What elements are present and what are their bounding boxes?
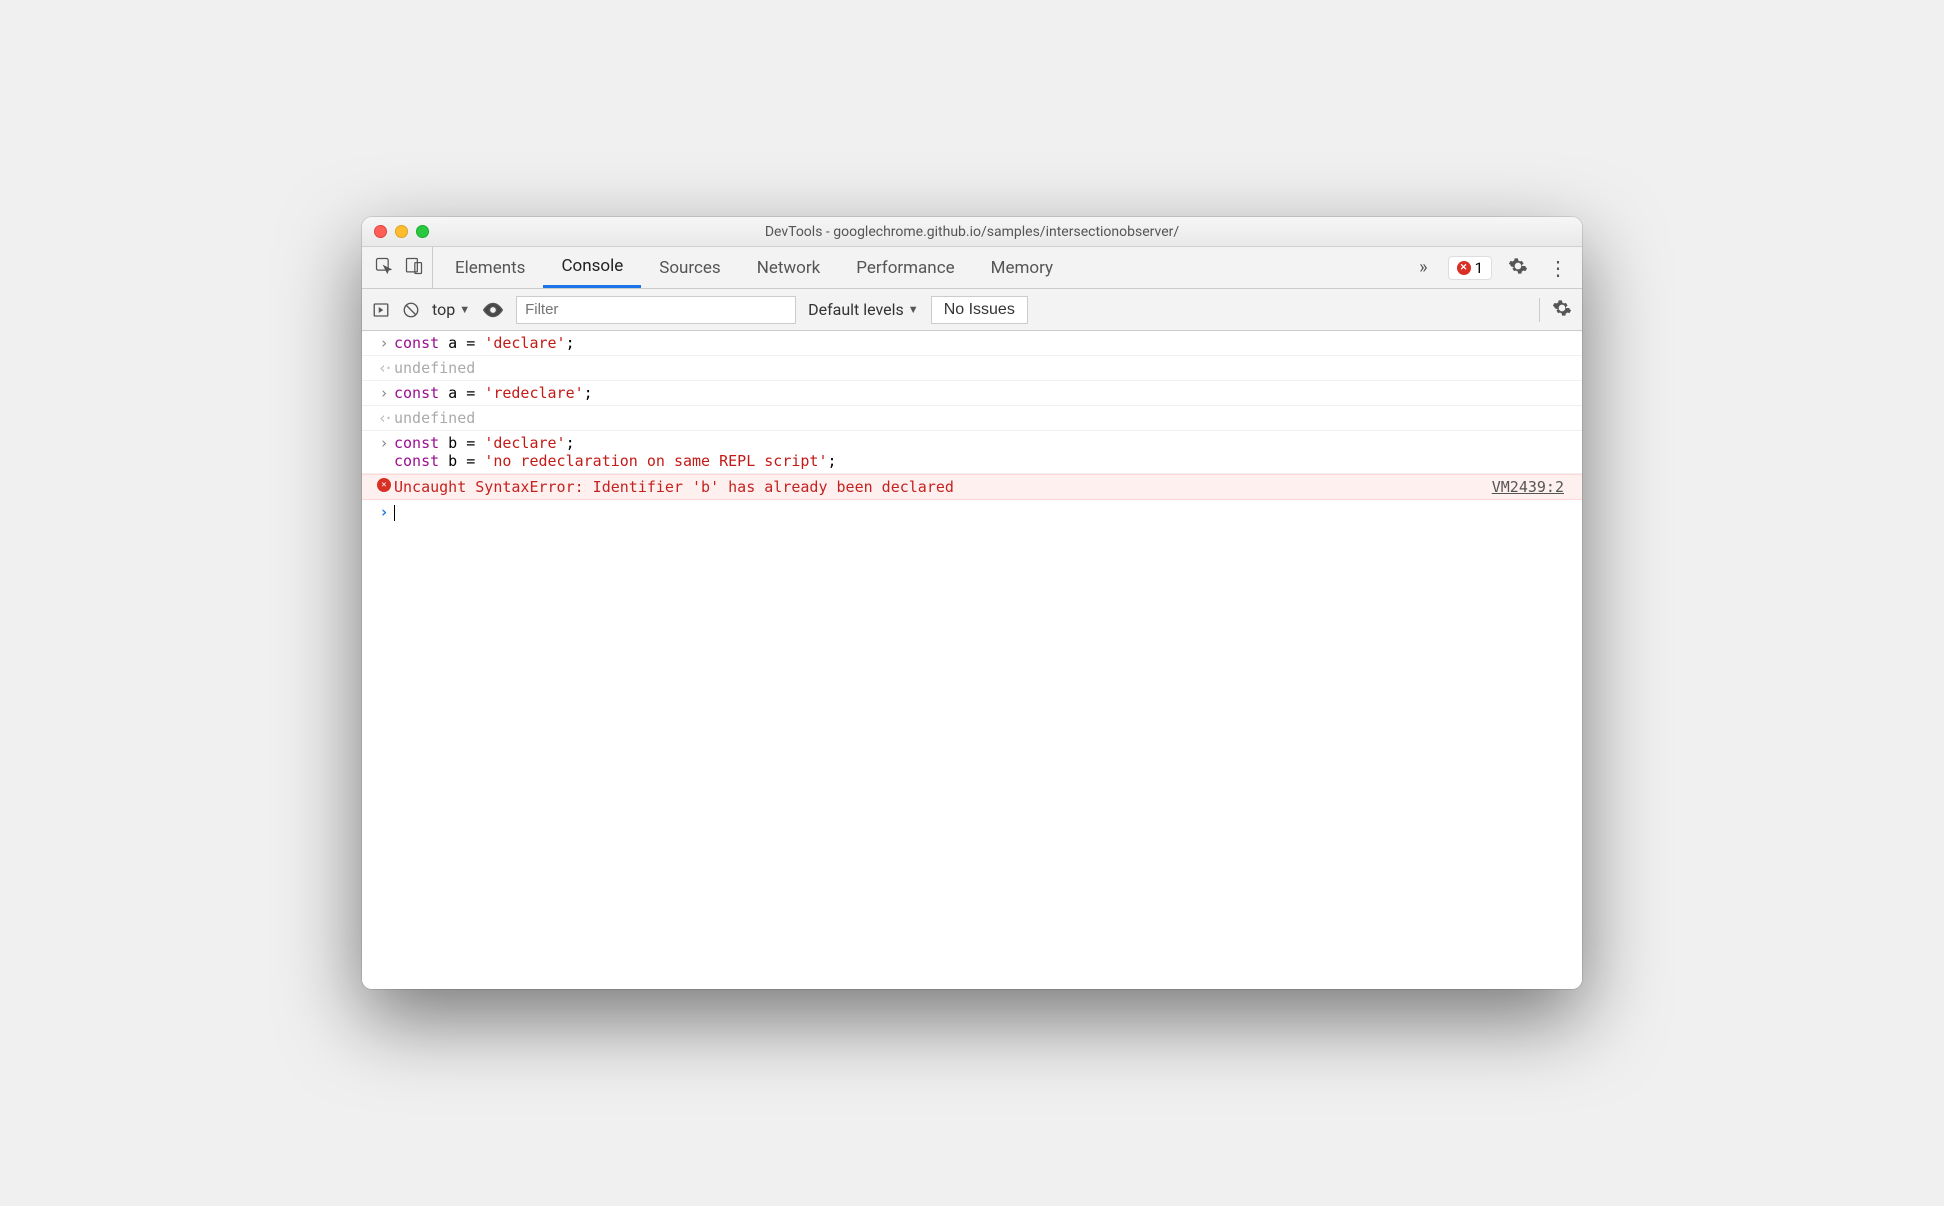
console-row: Uncaught SyntaxError: Identifier 'b' has… — [362, 474, 1582, 500]
console-toolbar: top Default levels No Issues — [362, 289, 1582, 331]
tab-console[interactable]: Console — [543, 247, 641, 288]
tab-elements[interactable]: Elements — [437, 247, 543, 288]
settings-icon[interactable] — [1508, 256, 1528, 280]
error-count: 1 — [1475, 259, 1483, 277]
console-prompt[interactable]: › — [362, 500, 1582, 524]
toggle-sidebar-icon[interactable] — [372, 301, 390, 319]
console-row: ›const a = 'redeclare'; — [362, 381, 1582, 406]
console-row: ›const b = 'declare'; const b = 'no rede… — [362, 431, 1582, 474]
minimize-window-button[interactable] — [395, 225, 408, 238]
error-count-badge[interactable]: 1 — [1448, 256, 1492, 280]
panel-tabs: ElementsConsoleSourcesNetworkPerformance… — [362, 247, 1582, 289]
console-settings-icon[interactable] — [1539, 298, 1572, 322]
devtools-window: DevTools - googlechrome.github.io/sample… — [362, 217, 1582, 989]
error-icon — [1457, 261, 1471, 275]
more-tabs-icon[interactable]: » — [1415, 257, 1431, 278]
maximize-window-button[interactable] — [416, 225, 429, 238]
tab-performance[interactable]: Performance — [838, 247, 972, 288]
device-toggle-icon[interactable] — [404, 256, 424, 280]
error-source-link[interactable]: VM2439:2 — [1492, 478, 1570, 496]
filter-input[interactable] — [516, 296, 796, 324]
console-output[interactable]: ›const a = 'declare';‹·undefined›const a… — [362, 331, 1582, 989]
tab-memory[interactable]: Memory — [973, 247, 1071, 288]
kebab-menu-icon[interactable]: ⋮ — [1544, 256, 1572, 280]
window-controls — [374, 225, 429, 238]
log-levels-selector[interactable]: Default levels — [808, 300, 919, 319]
console-row: ‹·undefined — [362, 356, 1582, 381]
window-title: DevTools - googlechrome.github.io/sample… — [362, 224, 1582, 240]
console-row: ‹·undefined — [362, 406, 1582, 431]
live-expression-icon[interactable] — [482, 299, 504, 321]
tab-network[interactable]: Network — [739, 247, 839, 288]
titlebar: DevTools - googlechrome.github.io/sample… — [362, 217, 1582, 247]
context-selector[interactable]: top — [432, 300, 470, 319]
inspect-icon[interactable] — [374, 256, 394, 280]
close-window-button[interactable] — [374, 225, 387, 238]
issues-button[interactable]: No Issues — [931, 296, 1028, 324]
clear-console-icon[interactable] — [402, 301, 420, 319]
console-row: ›const a = 'declare'; — [362, 331, 1582, 356]
tab-sources[interactable]: Sources — [641, 247, 738, 288]
